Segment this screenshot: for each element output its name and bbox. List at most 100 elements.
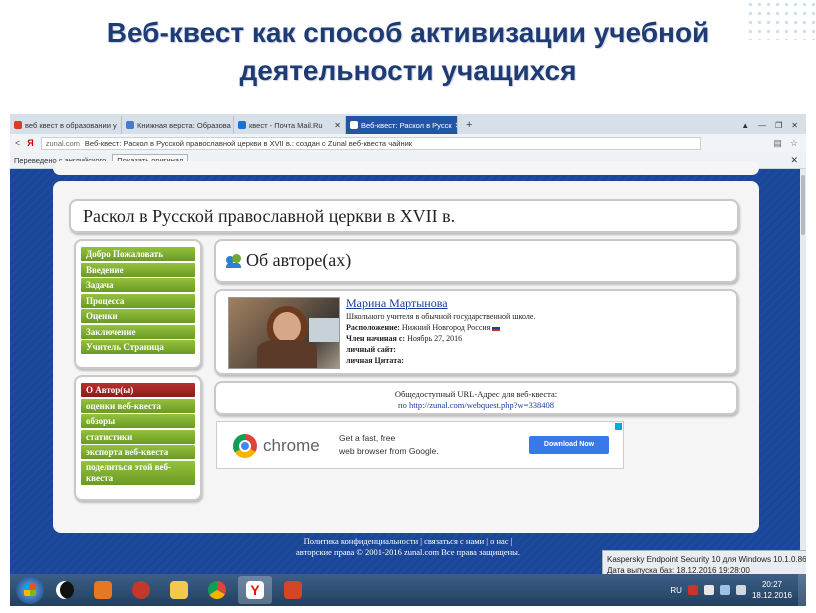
taskbar-app-powerpoint[interactable] <box>276 576 310 604</box>
kaspersky-line1: Kaspersky Endpoint Security 10 для Windo… <box>607 555 806 564</box>
ad-brand: chrome <box>263 436 320 455</box>
url-input[interactable]: zunal.com Веб-квест: Раскол в Русской пр… <box>40 136 701 150</box>
media-player-icon <box>94 581 112 599</box>
system-tray: RU 20:27 18.12.2016 <box>670 579 798 601</box>
bookmark-icon[interactable]: ☆ <box>790 138 798 149</box>
menu-item-statistics[interactable]: статистики <box>81 429 195 444</box>
author-name-link[interactable]: Марина Мартынова <box>346 296 535 311</box>
ad-text: Get a fast, free web browser from Google… <box>339 432 439 458</box>
clock[interactable]: 20:27 18.12.2016 <box>752 579 792 601</box>
zunal-icon <box>350 121 358 129</box>
site-label: личный сайт: <box>346 345 396 354</box>
chrome-icon <box>233 434 257 458</box>
address-actions: ▤ ☆ <box>773 138 806 149</box>
volume-icon[interactable] <box>735 585 746 595</box>
chrome-ad-banner[interactable]: chrome Get a fast, free web browser from… <box>216 421 624 469</box>
menu-item-welcome[interactable]: Добро Пожаловать <box>81 247 195 261</box>
menu-item-process[interactable]: Процесса <box>81 293 195 308</box>
tabs-menu-icon[interactable]: ▲ <box>741 121 749 130</box>
menu-item-task[interactable]: Задача <box>81 278 195 292</box>
url-title: Веб-квест: Раскол в Русской православной… <box>84 138 413 148</box>
translate-icon[interactable]: ▤ <box>773 138 782 149</box>
nav-menu: Добро Пожаловать Введение Задача Процесс… <box>74 239 202 369</box>
quote-label: личная Цитата: <box>346 356 404 365</box>
close-icon[interactable]: ✕ <box>790 155 806 166</box>
close-icon[interactable]: ✕ <box>334 121 341 130</box>
menu-item-export[interactable]: экспорта веб-квеста <box>81 445 195 459</box>
menu-item-share[interactable]: поделиться этой веб-квеста <box>81 460 195 485</box>
scrollbar[interactable] <box>800 169 806 582</box>
russia-flag-icon <box>492 325 501 332</box>
ad-text-line2: web browser from Google. <box>339 446 439 456</box>
slide-title-line1: Веб-квест как способ активизации учебной <box>106 17 710 48</box>
slide-title-line2: деятельности учащихся <box>239 55 577 86</box>
window-controls: ▲ — ❐ ✕ <box>741 116 806 134</box>
menu-item-intro[interactable]: Введение <box>81 262 195 277</box>
yandex-logo[interactable]: Я <box>27 138 33 148</box>
browser-tab[interactable]: квест - Почта Mail.Ru ✕ <box>234 116 346 134</box>
yandex-browser-icon: Y <box>246 581 264 599</box>
menu-item-evaluation[interactable]: Оценки <box>81 309 195 323</box>
taskbar-app-tool[interactable] <box>124 576 158 604</box>
public-url-box: Общедоступный URL-Адрес для веб-квеста: … <box>214 381 738 415</box>
menu-item-reviews[interactable]: обзоры <box>81 414 195 428</box>
member-value: Ноябрь 27, 2016 <box>407 334 463 343</box>
show-desktop-button[interactable] <box>798 574 806 606</box>
chrome-icon <box>208 581 226 599</box>
browser-tab[interactable]: Книжная верста: Образова ✕ <box>122 116 234 134</box>
mail-icon <box>238 121 246 129</box>
start-button[interactable] <box>16 576 44 604</box>
network-icon[interactable] <box>719 585 730 595</box>
page-card-top <box>53 161 759 175</box>
menu-item-teacher[interactable]: Учитель Страница <box>81 340 195 354</box>
book-icon <box>126 121 134 129</box>
tab-label: Книжная верста: Образова <box>137 120 231 130</box>
tab-bar: веб квест в образовании у ✕ Книжная верс… <box>10 114 806 134</box>
close-window-icon[interactable]: ✕ <box>791 121 798 130</box>
adchoices-icon[interactable] <box>615 423 622 430</box>
download-now-button[interactable]: Download Now <box>529 436 609 454</box>
quest-title: Раскол в Русской православной церкви в X… <box>83 206 456 226</box>
scrollbar-thumb[interactable] <box>801 175 805 235</box>
taskbar-app-media[interactable] <box>86 576 120 604</box>
author-description: Школьного учителя в обычной государствен… <box>346 312 536 321</box>
taskbar-app-owl[interactable] <box>48 576 82 604</box>
public-url-link[interactable]: по http://zunal.com/webquest.php?w=33840… <box>216 400 736 411</box>
about-header: Об авторе(ах) <box>214 239 738 283</box>
taskbar-app-chrome[interactable] <box>200 576 234 604</box>
clock-time: 20:27 <box>761 580 782 589</box>
browser-tab-active[interactable]: Веб-квест: Раскол в Русск ✕ <box>346 116 458 134</box>
tab-label: Веб-квест: Раскол в Русск <box>361 120 452 130</box>
menu-item-ratings[interactable]: оценки веб-квеста <box>81 398 195 413</box>
public-url-label: Общедоступный URL-Адрес для веб-квеста: <box>394 389 558 399</box>
new-tab-button[interactable]: + <box>458 116 480 134</box>
taskbar-app-folder[interactable] <box>162 576 196 604</box>
minimize-icon[interactable]: — <box>758 121 766 130</box>
quest-header: Раскол в Русской православной церкви в X… <box>69 199 739 233</box>
author-info: Марина Мартынова Школьного учителя в обы… <box>346 296 535 366</box>
url-domain: zunal.com <box>45 138 80 148</box>
author-menu: О Автор(ы) оценки веб-квеста обзоры стат… <box>74 375 202 501</box>
author-photo <box>228 297 340 369</box>
yandex-icon <box>14 121 22 129</box>
browser-tab[interactable]: веб квест в образовании у ✕ <box>10 116 122 134</box>
folder-icon <box>170 581 188 599</box>
back-icon[interactable]: < <box>15 138 20 148</box>
taskbar-app-yandex[interactable]: Y <box>238 576 272 604</box>
maximize-icon[interactable]: ❐ <box>775 121 782 130</box>
language-indicator[interactable]: RU <box>670 586 682 595</box>
menu-item-authors[interactable]: О Автор(ы) <box>81 383 195 397</box>
page-card: Раскол в Русской православной церкви в X… <box>53 181 759 533</box>
tab-label: веб квест в образовании у <box>25 120 117 130</box>
screenshot: веб квест в образовании у ✕ Книжная верс… <box>10 114 806 606</box>
users-icon <box>226 253 242 268</box>
flag-icon[interactable] <box>703 585 714 595</box>
owl-icon <box>56 581 74 599</box>
presentation-slide: Веб-квест как способ активизации учебной… <box>0 0 816 613</box>
clock-date: 18.12.2016 <box>751 591 792 600</box>
footer-links[interactable]: Политика конфиденциальности | связаться … <box>10 536 806 547</box>
powerpoint-icon <box>284 581 302 599</box>
kaspersky-icon[interactable] <box>687 585 698 595</box>
menu-item-conclusion[interactable]: Заключение <box>81 324 195 339</box>
author-card: Марина Мартынова Школьного учителя в обы… <box>214 289 738 375</box>
